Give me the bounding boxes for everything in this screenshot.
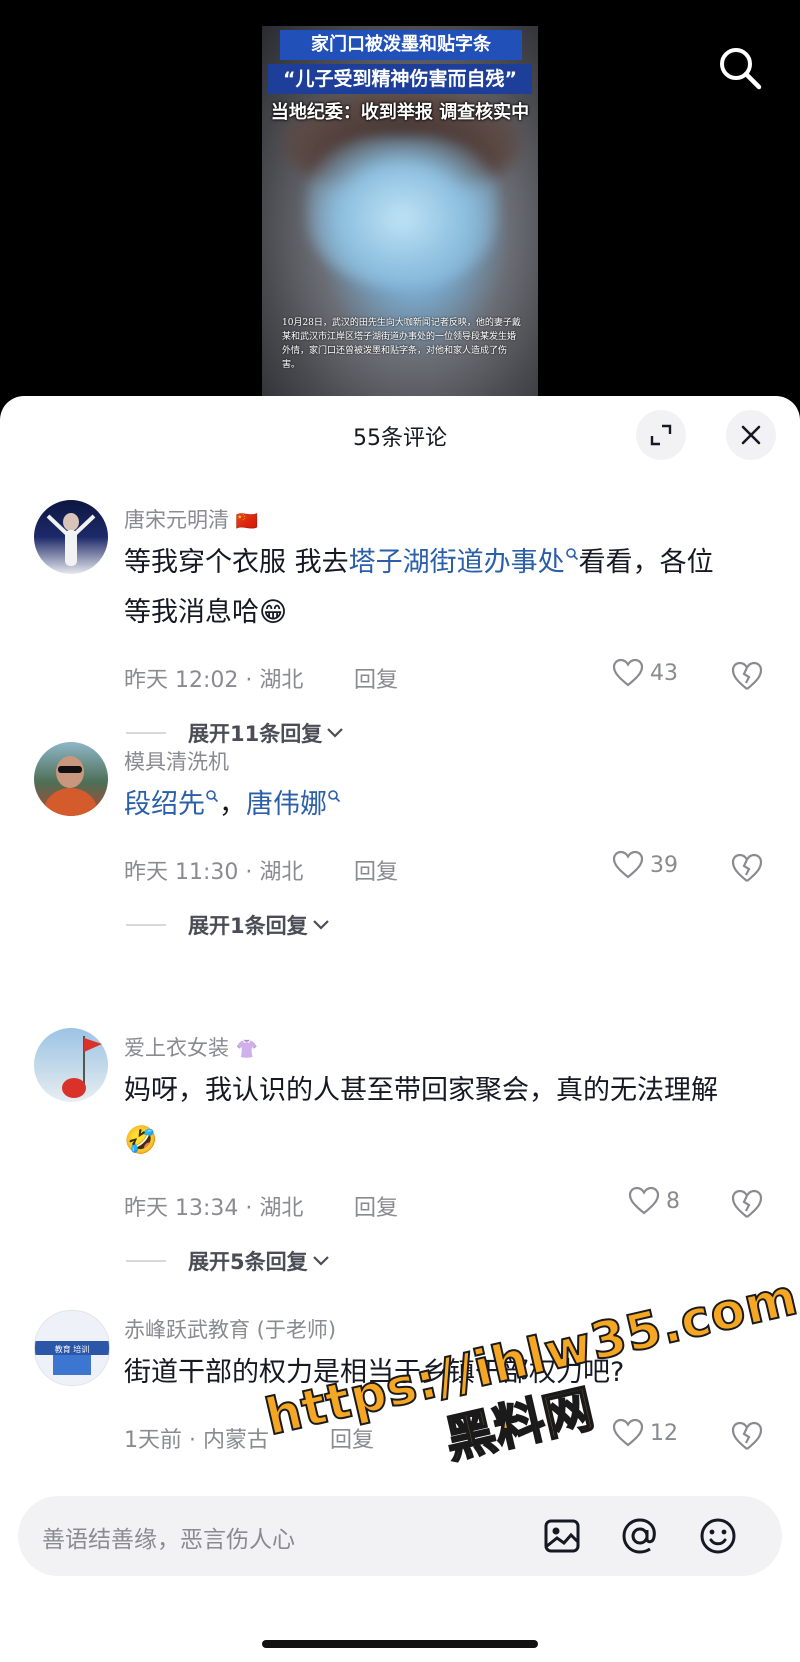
- emoji-button[interactable]: [698, 1516, 738, 1556]
- reply-button[interactable]: 回复: [354, 854, 398, 886]
- video-banner-line2: “儿子受到精神伤害而自残”: [268, 64, 532, 94]
- comment-time-location: 昨天 13:34 · 湖北: [124, 1196, 304, 1221]
- broken-heart-icon: [731, 1421, 763, 1450]
- expand-replies-button[interactable]: 展开5条回复: [126, 1246, 330, 1276]
- expand-replies-button[interactable]: 展开11条回复: [126, 718, 344, 748]
- expand-icon: [650, 424, 672, 446]
- comment-input-bar[interactable]: 善语结善缘，恶言伤人心: [18, 1496, 782, 1576]
- like-count: 39: [650, 852, 678, 878]
- grin-emoji: 😁: [259, 597, 288, 628]
- home-indicator[interactable]: [262, 1640, 538, 1648]
- search-icon: [206, 790, 219, 803]
- comment-username[interactable]: 唐宋元明清 🇨🇳: [124, 504, 258, 534]
- smiley-icon: [700, 1518, 736, 1554]
- comment-username[interactable]: 爱上衣女装 👚: [124, 1032, 258, 1062]
- comment-time-location: 1天前 · 内蒙古: [124, 1428, 269, 1453]
- avatar[interactable]: [34, 742, 108, 816]
- like-button[interactable]: 8: [628, 1186, 680, 1216]
- like-count: 8: [666, 1188, 680, 1214]
- comment-username[interactable]: 赤峰跃武教育 (于老师): [124, 1314, 336, 1344]
- dislike-button[interactable]: [730, 1188, 764, 1222]
- dislike-button[interactable]: [730, 852, 764, 886]
- search-icon: [328, 790, 341, 803]
- comment-time-location: 昨天 11:30 · 湖北: [124, 860, 304, 885]
- comment-time-location: 昨天 12:02 · 湖北: [124, 668, 304, 693]
- search-button[interactable]: [716, 44, 764, 92]
- broken-heart-icon: [731, 853, 763, 882]
- like-count: 43: [650, 660, 678, 686]
- mention-button[interactable]: [620, 1516, 660, 1556]
- image-icon: [544, 1519, 580, 1553]
- close-icon: [741, 425, 761, 445]
- heart-icon: [612, 658, 644, 687]
- heart-icon: [628, 1186, 660, 1215]
- heart-icon: [612, 850, 644, 879]
- video-player[interactable]: 家门口被泼墨和贴字条 “儿子受到精神伤害而自残” 当地纪委：收到举报 调查核实中…: [0, 0, 800, 420]
- expand-replies-button[interactable]: 展开1条回复: [126, 910, 330, 940]
- search-icon: [720, 48, 762, 90]
- mention-link[interactable]: 唐伟娜: [246, 789, 341, 820]
- search-link[interactable]: 塔子湖街道办事处: [349, 547, 579, 578]
- at-sign-icon: [622, 1518, 656, 1554]
- avatar[interactable]: [34, 1028, 108, 1102]
- avatar[interactable]: 教育 培训: [34, 1310, 110, 1386]
- flag-badge: 🇨🇳: [235, 511, 259, 532]
- video-thumbnail: 家门口被泼墨和贴字条 “儿子受到精神伤害而自残” 当地纪委：收到举报 调查核实中…: [262, 26, 538, 398]
- video-banner-line1: 家门口被泼墨和贴字条: [280, 30, 522, 60]
- close-sheet-button[interactable]: [726, 410, 776, 460]
- like-button[interactable]: 39: [612, 850, 678, 880]
- mention-link[interactable]: 段绍先: [124, 789, 219, 820]
- reply-button[interactable]: 回复: [354, 662, 398, 694]
- comment-text: 妈呀，我认识的人甚至带回家聚会，真的无法理解🤣: [124, 1075, 718, 1156]
- avatar[interactable]: [34, 500, 108, 574]
- video-caption: 10月28日，武汉的田先生向大咖新闻记者反映，他的妻子戴某和武汉市江岸区塔子湖街…: [282, 318, 521, 370]
- laughing-emoji: 🤣: [124, 1125, 158, 1156]
- comment-text: 等我穿个衣服 我去塔子湖街道办事处 看看，各位 等我消息哈😁: [124, 547, 714, 628]
- expand-sheet-button[interactable]: [636, 410, 686, 460]
- chevron-down-icon: [312, 920, 329, 930]
- comment-username[interactable]: 模具清洗机: [124, 746, 229, 776]
- svg-text:教育 培训: 教育 培训: [55, 1344, 90, 1354]
- video-banner-line3: 当地纪委：收到举报 调查核实中: [270, 102, 530, 123]
- comment-input[interactable]: 善语结善缘，恶言伤人心: [42, 1520, 295, 1554]
- shirt-badge: 👚: [235, 1039, 259, 1060]
- reply-button[interactable]: 回复: [354, 1190, 398, 1222]
- broken-heart-icon: [731, 661, 763, 690]
- chevron-down-icon: [327, 728, 344, 738]
- broken-heart-icon: [731, 1189, 763, 1218]
- dislike-button[interactable]: [730, 660, 764, 694]
- search-icon: [565, 548, 578, 561]
- image-button[interactable]: [542, 1516, 582, 1556]
- chevron-down-icon: [312, 1256, 329, 1266]
- like-button[interactable]: 43: [612, 658, 678, 688]
- comment-text: 段绍先 ，唐伟娜: [124, 780, 744, 830]
- dislike-button[interactable]: [730, 1420, 764, 1454]
